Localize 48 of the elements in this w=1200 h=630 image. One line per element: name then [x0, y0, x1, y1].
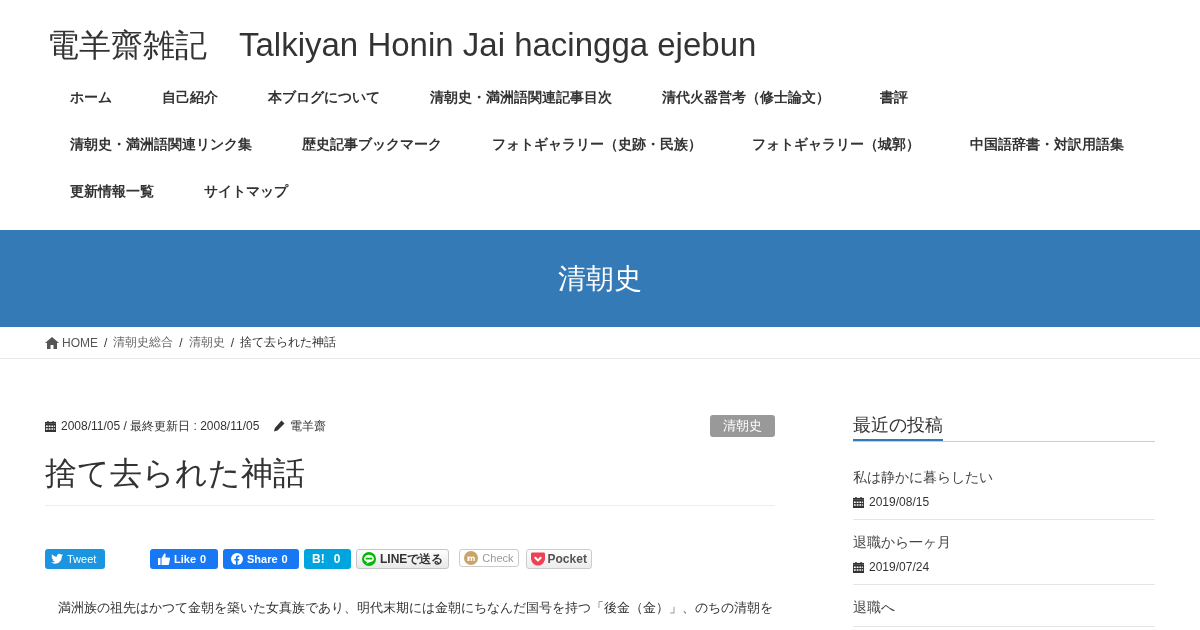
bird-icon: [51, 553, 63, 565]
nav-link[interactable]: 書評: [855, 74, 933, 121]
post-date: 2008/11/05 / 最終更新日 : 2008/11/05: [61, 417, 260, 435]
widget-title: 最近の投稿: [853, 412, 943, 441]
site-subtitle: Talkiyan Honin Jai hacingga ejebun: [239, 25, 757, 65]
home-icon: [45, 336, 59, 349]
breadcrumb-current: 捨て去られた神話: [240, 334, 337, 351]
share-button[interactable]: Share 0: [223, 549, 299, 569]
nav-link[interactable]: フォトギャラリー（城郭）: [727, 121, 945, 168]
breadcrumb-link[interactable]: 清朝史: [188, 334, 225, 351]
recent-post-link[interactable]: 退職へ: [853, 596, 895, 618]
post-title: 捨て去られた神話: [45, 453, 775, 506]
nav-link[interactable]: 中国語辞書・対訳用語集: [945, 121, 1149, 168]
nav-link[interactable]: 本ブログについて: [243, 74, 405, 121]
nav-link[interactable]: 清朝史・満洲語関連リンク集: [45, 121, 277, 168]
post-author: 電羊齋: [290, 417, 327, 435]
breadcrumb-separator: /: [104, 335, 108, 350]
pencil-icon: [273, 420, 286, 432]
share-button[interactable]: LINEで送る: [356, 549, 450, 569]
nav-link[interactable]: 更新情報一覧: [45, 168, 179, 215]
breadcrumb-separator: /: [230, 335, 235, 350]
site-title[interactable]: 電羊齋雑記: [45, 24, 207, 66]
circle-logo-icon: [231, 553, 243, 565]
post-date: 2019/08/15: [869, 494, 930, 511]
pocket-icon: [530, 552, 545, 566]
nav-link[interactable]: 自己紹介: [137, 74, 243, 121]
recent-post-link[interactable]: 私は静かに暮らしたい: [853, 466, 993, 488]
breadcrumb-home-link[interactable]: HOME: [45, 335, 98, 350]
post-body-text: 満洲族の祖先はかつて金朝を築いた女真族であり、明代末期には金朝にちなんだ国号を持つ「後金（金）」、のちの清朝を: [57, 599, 774, 617]
chat-bubble-icon: [362, 552, 376, 566]
recent-post-link[interactable]: 退職から一ヶ月: [853, 531, 951, 553]
nav-link[interactable]: フォトギャラリー（史跡・民族）: [467, 121, 727, 168]
nav-link[interactable]: 清代火器営考（修士論文）: [637, 74, 855, 121]
nav-link[interactable]: 清朝史・満洲語関連記事目次: [405, 74, 637, 121]
thumbs-up-icon: [158, 553, 170, 565]
circle-logo-icon: [464, 551, 479, 565]
breadcrumb-separator: /: [179, 335, 183, 350]
nav-link[interactable]: サイトマップ: [179, 168, 313, 215]
calendar-icon: [45, 420, 56, 432]
calendar-icon: [853, 561, 864, 573]
share-button[interactable]: Like 0: [150, 549, 218, 569]
share-button[interactable]: Pocket: [525, 549, 592, 569]
post-date: 2019/07/24: [869, 559, 930, 576]
nav-link[interactable]: 歴史記事ブックマーク: [277, 121, 467, 168]
nav-link[interactable]: ホーム: [45, 74, 137, 121]
calendar-icon: [853, 496, 864, 508]
page-title: 清朝史: [558, 261, 642, 296]
breadcrumb-link[interactable]: 清朝史総合: [113, 334, 174, 351]
